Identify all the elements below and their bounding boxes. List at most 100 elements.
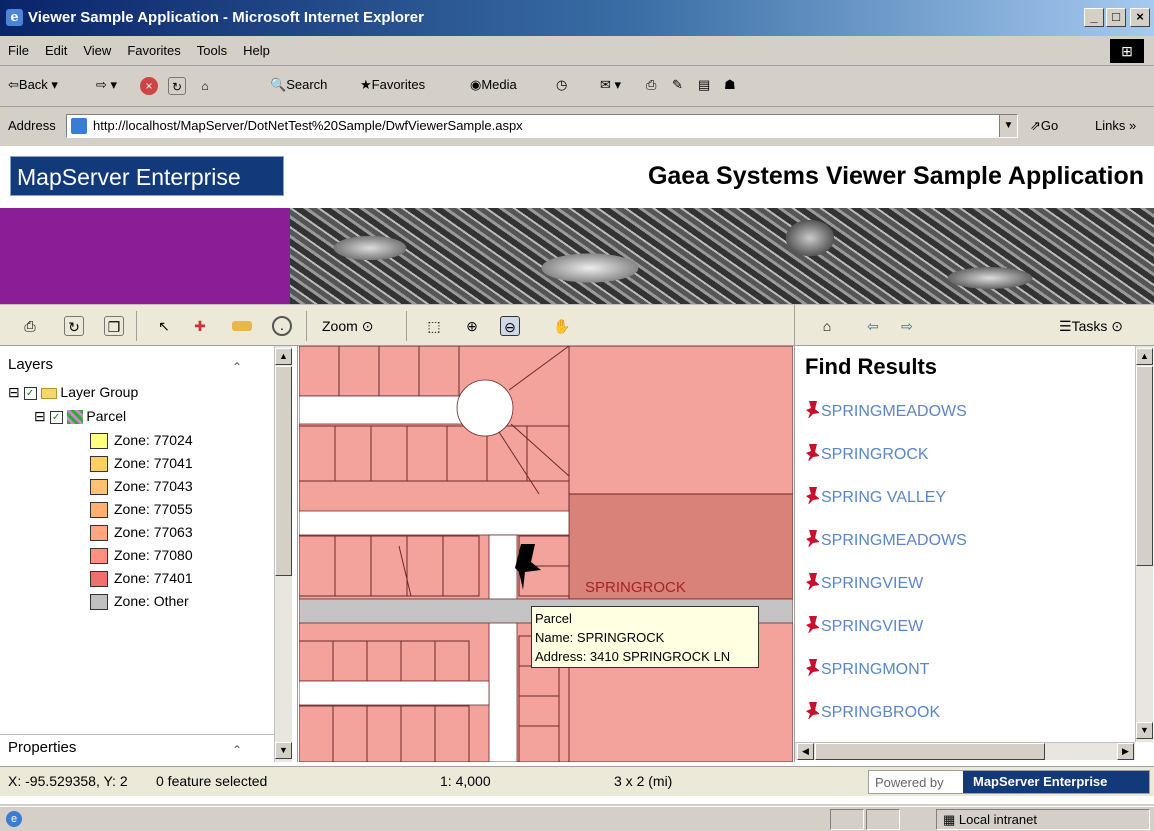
menu-help[interactable]: Help: [235, 36, 278, 66]
messenger-button[interactable]: ☗: [724, 77, 736, 93]
brand-logo: MapServer Enterprise: [963, 771, 1149, 793]
hscroll-thumb[interactable]: [815, 743, 1045, 760]
mail-button[interactable]: ✉ ▾: [600, 77, 621, 93]
copy-icon[interactable]: ❐: [104, 316, 124, 336]
results-scrollbar[interactable]: ▲ ▼: [1135, 346, 1153, 742]
menu-view[interactable]: View: [75, 36, 119, 66]
properties-header[interactable]: Properties ⌃: [0, 734, 274, 762]
minimize-button[interactable]: _: [1084, 8, 1104, 27]
zone-label: Zone: 77063: [114, 524, 193, 540]
home-view-icon[interactable]: ⌂: [817, 316, 837, 336]
page-icon: [71, 118, 87, 134]
result-item[interactable]: SPRINGVIEW: [805, 572, 923, 593]
history-button[interactable]: ◷: [556, 77, 567, 93]
media-button[interactable]: ◉Media: [470, 77, 517, 93]
result-label: SPRINGVIEW: [821, 618, 924, 635]
result-item[interactable]: SPRING VALLEY: [805, 486, 946, 507]
pan-hand-icon[interactable]: ✋: [552, 316, 572, 336]
edit-icon: ✎: [672, 77, 683, 92]
close-button[interactable]: ×: [1130, 8, 1150, 27]
scroll-thumb[interactable]: [1136, 366, 1153, 566]
menu-favorites[interactable]: Favorites: [119, 36, 188, 66]
red-pushpin-icon: [806, 702, 819, 719]
search-icon: 🔍: [270, 77, 287, 92]
layer-group-checkbox[interactable]: ✓: [23, 386, 37, 400]
discuss-button[interactable]: ▤: [698, 77, 710, 93]
window-title-bar[interactable]: e Viewer Sample Application - Microsoft …: [0, 0, 1154, 36]
print-map-icon[interactable]: ⎙: [20, 316, 40, 336]
select-features-icon[interactable]: ✚: [190, 316, 210, 336]
scroll-right-icon[interactable]: ▶: [1117, 743, 1134, 760]
select-arrow-icon[interactable]: ↖: [154, 316, 174, 336]
result-item[interactable]: SPRINGVIEW: [805, 615, 923, 636]
zoom-out-icon[interactable]: ⊖: [500, 316, 520, 336]
zone-color-swatch: [90, 525, 108, 542]
result-item[interactable]: SPRINGBROOK: [805, 701, 940, 722]
zone-color-swatch: [90, 502, 108, 519]
zoom-menu-button[interactable]: Zoom ⊙: [322, 318, 373, 335]
back-button[interactable]: ⇦Back ▾: [8, 77, 58, 93]
maximize-button[interactable]: □: [1106, 8, 1126, 27]
tasks-menu-button[interactable]: ☰Tasks ⊙: [1059, 318, 1123, 335]
scroll-up-icon[interactable]: ▲: [1136, 348, 1153, 365]
security-zone[interactable]: ▦ Local intranet: [936, 809, 1150, 830]
previous-view-icon[interactable]: ⇦: [863, 316, 883, 336]
go-button[interactable]: ⇗Go: [1030, 118, 1058, 134]
results-hscrollbar[interactable]: ◀ ▶: [795, 742, 1135, 760]
print-icon: ⎙: [646, 77, 657, 92]
parcel-checkbox[interactable]: ✓: [49, 410, 63, 424]
scroll-down-icon[interactable]: ▼: [275, 742, 292, 759]
scroll-down-icon[interactable]: ▼: [1136, 722, 1153, 739]
media-icon: ◉: [470, 77, 482, 92]
favorites-button[interactable]: ★Favorites: [360, 77, 425, 93]
result-item[interactable]: SPRINGMEADOWS: [805, 529, 967, 550]
home-icon: ⌂: [201, 79, 209, 93]
collapse-tree-icon[interactable]: ⊟: [34, 408, 46, 424]
menu-file[interactable]: File: [0, 36, 37, 66]
layers-scrollbar[interactable]: ▲ ▼: [274, 346, 292, 762]
address-input[interactable]: http://localhost/MapServer/DotNetTest%20…: [66, 114, 1018, 138]
result-item[interactable]: SPRINGMEADOWS: [805, 400, 967, 421]
map-canvas[interactable]: SPRINGROCK Parcel Name: SPRINGROCK Addre…: [299, 346, 793, 762]
collapse-icon[interactable]: ⌃: [232, 360, 242, 374]
menu-tools[interactable]: Tools: [189, 36, 235, 66]
result-item[interactable]: SPRINGMONT: [805, 658, 929, 679]
scroll-up-icon[interactable]: ▲: [275, 348, 292, 365]
measure-ruler-icon[interactable]: [232, 321, 252, 331]
collapse-icon[interactable]: ⌃: [232, 743, 242, 757]
toolbar-separator: [136, 311, 137, 341]
mapserver-logo: MapServer Enterprise: [10, 156, 284, 196]
parcel-layer-node[interactable]: ⊟ ✓ Parcel: [34, 408, 126, 425]
chevron-down-icon: ⊙: [361, 318, 374, 334]
layer-group-node[interactable]: ⊟ ✓ Layer Group: [8, 384, 138, 401]
address-dropdown-icon[interactable]: ▼: [999, 115, 1017, 137]
feature-tooltip: Parcel Name: SPRINGROCK Address: 3410 SP…: [531, 606, 759, 668]
links-button[interactable]: Links »: [1095, 118, 1136, 133]
parcel-map[interactable]: SPRINGROCK: [299, 346, 793, 762]
collapse-tree-icon[interactable]: ⊟: [8, 384, 20, 400]
print-button[interactable]: ⎙: [646, 77, 656, 93]
forward-button[interactable]: ⇨ ▾: [96, 77, 117, 93]
red-pushpin-icon: [806, 444, 819, 461]
search-button[interactable]: 🔍Search: [270, 77, 327, 93]
next-view-icon[interactable]: ⇨: [897, 316, 917, 336]
result-item[interactable]: SPRINGROCK: [805, 443, 929, 464]
edit-button[interactable]: ✎: [672, 77, 683, 93]
home-button[interactable]: ⌂: [196, 77, 214, 95]
scroll-left-icon[interactable]: ◀: [797, 743, 814, 760]
stop-button[interactable]: ×: [140, 77, 158, 95]
zoom-rectangle-icon[interactable]: ⬚: [424, 316, 444, 336]
windows-logo-icon: ⊞: [1110, 39, 1144, 63]
scroll-thumb[interactable]: [275, 366, 292, 576]
refresh-map-icon[interactable]: ↻: [64, 316, 84, 336]
refresh-button[interactable]: ↻: [168, 77, 186, 95]
zone-label: Zone: 77024: [114, 432, 193, 448]
zoom-in-icon[interactable]: ⊕: [462, 316, 482, 336]
red-pushpin-icon: [806, 659, 819, 676]
menu-edit[interactable]: Edit: [37, 36, 75, 66]
aerial-photo-banner: [290, 208, 1154, 304]
buffer-circle-icon[interactable]: ·: [272, 316, 292, 336]
result-label: SPRINGMONT: [821, 661, 930, 678]
discuss-icon: ▤: [698, 77, 711, 92]
banner: [0, 208, 1154, 304]
